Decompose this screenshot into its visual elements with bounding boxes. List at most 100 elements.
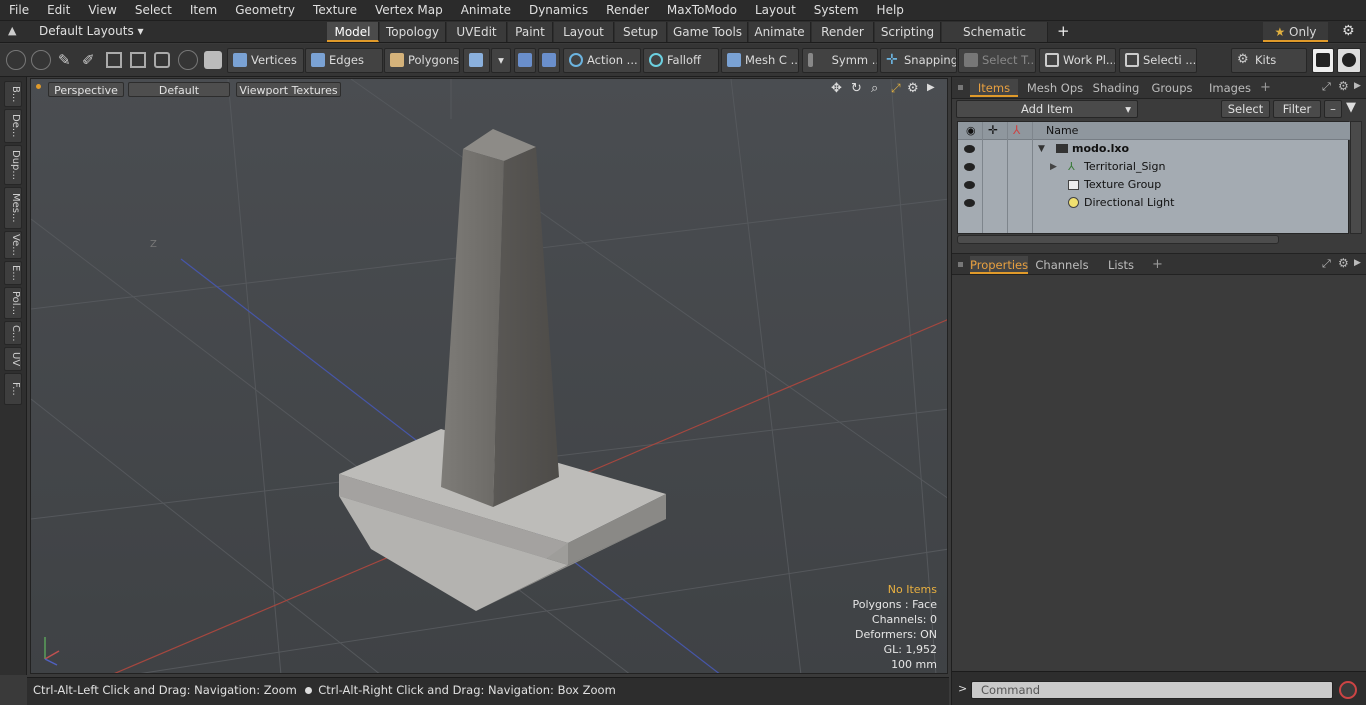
perspective-button[interactable]: Perspective bbox=[48, 82, 124, 97]
tab-images[interactable]: Images bbox=[1202, 79, 1258, 97]
sphere-icon[interactable] bbox=[31, 50, 51, 70]
items-h-scrollbar[interactable] bbox=[957, 235, 1279, 244]
symmetry-button[interactable]: Symm ... bbox=[802, 48, 878, 73]
cube-icon[interactable] bbox=[204, 51, 222, 69]
panel-menu-icon[interactable]: ▶ bbox=[1354, 258, 1361, 268]
tab-lists[interactable]: Lists bbox=[1096, 256, 1146, 274]
select-button[interactable]: Select bbox=[1221, 100, 1270, 118]
menu-render[interactable]: Render bbox=[597, 0, 658, 21]
falloff-button[interactable]: Falloff bbox=[643, 48, 719, 73]
viewport-gear-icon[interactable]: ⚙ bbox=[907, 81, 919, 96]
tab-render[interactable]: Render bbox=[812, 22, 874, 42]
menu-file[interactable]: File bbox=[0, 0, 38, 21]
tab-groups[interactable]: Groups bbox=[1148, 79, 1196, 97]
menu-geometry[interactable]: Geometry bbox=[226, 0, 304, 21]
tab-shading[interactable]: Shading bbox=[1090, 79, 1142, 97]
tab-scripting[interactable]: Scripting bbox=[875, 22, 941, 42]
tab-layout[interactable]: Layout bbox=[554, 22, 614, 42]
gear-icon[interactable]: ⚙ bbox=[1342, 23, 1355, 39]
menu-view[interactable]: View bbox=[79, 0, 125, 21]
menu-layout[interactable]: Layout bbox=[746, 0, 805, 21]
list-item-scene[interactable]: ▼ modo.lxo bbox=[958, 140, 1350, 158]
mesh-constraint-button[interactable]: Mesh C ... bbox=[721, 48, 799, 73]
add-panel-tab-button[interactable]: + bbox=[1152, 257, 1163, 272]
zoom-icon[interactable]: ⌕ bbox=[871, 81, 878, 96]
pan-icon[interactable]: ✥ bbox=[831, 81, 842, 96]
unreal-button[interactable] bbox=[1337, 48, 1361, 73]
left-tab-uv[interactable]: UV bbox=[4, 347, 22, 371]
orbit-icon[interactable]: ↻ bbox=[851, 81, 862, 96]
items-v-scrollbar[interactable] bbox=[1350, 121, 1362, 234]
filter-button[interactable]: Filter bbox=[1273, 100, 1321, 118]
tab-schematic-fusion[interactable]: Schematic Fusion bbox=[942, 22, 1048, 59]
add-item-dropdown[interactable]: Add Item ▾ bbox=[956, 100, 1138, 118]
menu-animate[interactable]: Animate bbox=[452, 0, 520, 21]
menu-maxtomodo[interactable]: MaxToModo bbox=[658, 0, 746, 21]
layout-up-icon[interactable]: ▲ bbox=[8, 24, 16, 37]
symmetry-b-button[interactable] bbox=[538, 48, 560, 73]
panel-gear-icon[interactable]: ⚙ bbox=[1338, 256, 1349, 270]
collapse-button[interactable]: – bbox=[1324, 100, 1342, 118]
left-tab-vertex[interactable]: Ve... bbox=[4, 231, 22, 259]
move-icon[interactable] bbox=[130, 52, 146, 68]
tab-channels[interactable]: Channels bbox=[1034, 256, 1090, 274]
polygons-button[interactable]: Polygons bbox=[384, 48, 460, 73]
select-through-button[interactable]: Select T... bbox=[958, 48, 1036, 73]
kits-button[interactable]: ⚙ Kits bbox=[1231, 48, 1307, 73]
menu-edit[interactable]: Edit bbox=[38, 0, 79, 21]
list-item-mesh[interactable]: ▶ ⅄ Territorial_Sign bbox=[958, 158, 1350, 176]
expand-icon[interactable]: ⤢ bbox=[1322, 80, 1331, 94]
tab-uvedit[interactable]: UVEdit bbox=[447, 22, 507, 42]
eye-icon[interactable] bbox=[964, 181, 975, 189]
only-toggle[interactable]: ★ Only bbox=[1263, 22, 1328, 42]
unity-button[interactable] bbox=[1312, 48, 1334, 73]
command-input[interactable]: Command bbox=[971, 681, 1333, 699]
menu-select[interactable]: Select bbox=[126, 0, 181, 21]
eye-icon[interactable] bbox=[964, 199, 975, 207]
fit-icon[interactable]: ⤢ bbox=[891, 81, 901, 96]
selection-sets-button[interactable]: Selecti ... bbox=[1119, 48, 1197, 73]
default-shading-button[interactable]: Default bbox=[128, 82, 230, 97]
action-center-button[interactable]: Action ... bbox=[563, 48, 641, 73]
pen-icon[interactable]: ✎ bbox=[58, 51, 71, 69]
eye-icon[interactable] bbox=[964, 163, 975, 171]
scale-icon[interactable] bbox=[178, 50, 198, 70]
tab-game-tools[interactable]: Game Tools bbox=[668, 22, 748, 42]
list-item-light[interactable]: Directional Light bbox=[958, 194, 1350, 212]
viewport-menu-icon[interactable]: ▶ bbox=[927, 82, 935, 93]
brush-icon[interactable]: ✐ bbox=[82, 51, 95, 69]
item-mode-button[interactable] bbox=[463, 48, 490, 73]
rotate-icon[interactable] bbox=[154, 52, 170, 68]
tab-paint[interactable]: Paint bbox=[508, 22, 553, 42]
eye-icon[interactable] bbox=[964, 145, 975, 153]
menu-item[interactable]: Item bbox=[181, 0, 226, 21]
layout-selector[interactable]: Default Layouts ▾ bbox=[39, 24, 144, 38]
tab-model[interactable]: Model bbox=[327, 22, 379, 42]
funnel-icon[interactable]: ▼ bbox=[1346, 100, 1356, 115]
select-mode-icon[interactable] bbox=[6, 50, 26, 70]
menu-dynamics[interactable]: Dynamics bbox=[520, 0, 597, 21]
tab-topology[interactable]: Topology bbox=[380, 22, 446, 42]
work-plane-button[interactable]: Work Pl... bbox=[1039, 48, 1116, 73]
left-tab-fusion[interactable]: F... bbox=[4, 373, 22, 405]
menu-vertex-map[interactable]: Vertex Map bbox=[366, 0, 452, 21]
expand-arrow-icon[interactable]: ▼ bbox=[1038, 140, 1045, 158]
tab-mesh-ops[interactable]: Mesh Ops bbox=[1024, 79, 1086, 97]
menu-texture[interactable]: Texture bbox=[304, 0, 366, 21]
left-tab-edge[interactable]: E... bbox=[4, 261, 22, 285]
panel-menu-icon[interactable]: ▶ bbox=[1354, 81, 1361, 91]
3d-viewport[interactable]: Z Perspective Default Viewport Textures … bbox=[30, 78, 948, 674]
expand-icon[interactable]: ⤢ bbox=[1322, 257, 1331, 271]
menu-help[interactable]: Help bbox=[868, 0, 913, 21]
left-tab-mesh-edit[interactable]: Mes... bbox=[4, 187, 22, 229]
tab-setup[interactable]: Setup bbox=[615, 22, 667, 42]
record-macro-icon[interactable] bbox=[1339, 681, 1357, 699]
add-tab-button[interactable]: + bbox=[1057, 22, 1070, 40]
left-tab-polygon[interactable]: Pol... bbox=[4, 287, 22, 319]
list-item-texture-group[interactable]: Texture Group bbox=[958, 176, 1350, 194]
transform-icon[interactable] bbox=[106, 52, 122, 68]
viewport-textures-button[interactable]: Viewport Textures bbox=[236, 82, 341, 97]
mode-dropdown[interactable]: ▾ bbox=[491, 48, 511, 73]
left-tab-duplicate[interactable]: Dup... bbox=[4, 145, 22, 185]
left-tab-basic[interactable]: B... bbox=[4, 81, 22, 107]
